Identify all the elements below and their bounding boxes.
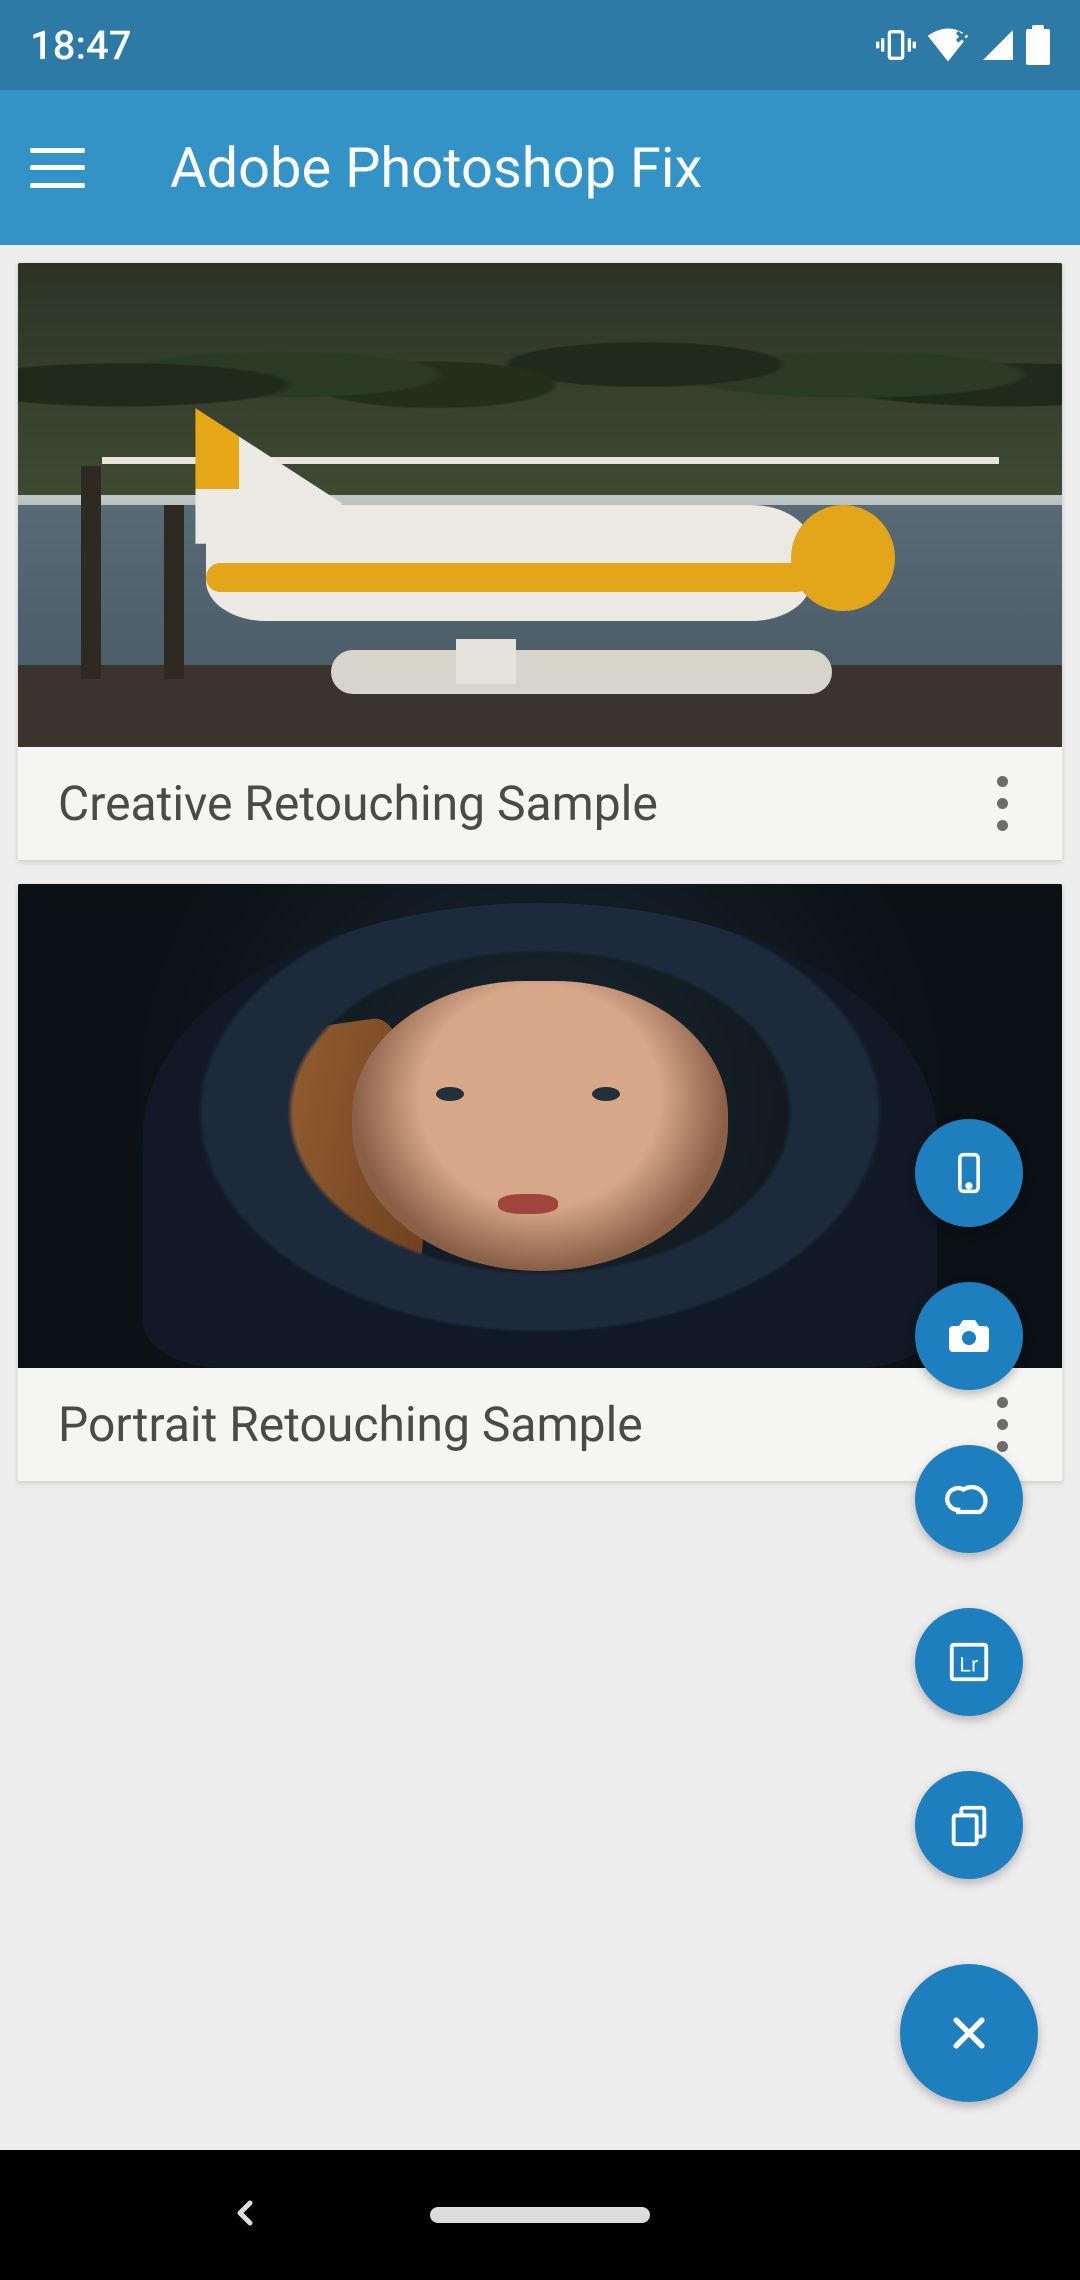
fab-phone[interactable] (915, 1119, 1023, 1227)
battery-icon (1026, 25, 1050, 65)
project-card[interactable]: Creative Retouching Sample (18, 263, 1062, 860)
project-title: Portrait Retouching Sample (58, 1396, 643, 1453)
fab-creative-cloud[interactable] (915, 1445, 1023, 1553)
fab-files[interactable] (915, 1771, 1023, 1879)
vibrate-icon (876, 25, 916, 65)
fab-speed-dial: Lr (900, 1119, 1038, 2102)
fab-close[interactable] (900, 1964, 1038, 2102)
project-title: Creative Retouching Sample (58, 775, 658, 832)
close-icon (947, 2011, 991, 2055)
project-thumbnail (18, 263, 1062, 747)
phone-icon (947, 1151, 991, 1195)
files-icon (946, 1802, 992, 1848)
signal-icon (980, 27, 1016, 63)
camera-icon (945, 1312, 993, 1360)
wifi-icon (926, 23, 970, 67)
fab-lightroom[interactable]: Lr (915, 1608, 1023, 1716)
menu-icon[interactable] (30, 148, 85, 188)
creative-cloud-icon (943, 1473, 995, 1525)
status-bar: 18:47 (0, 0, 1080, 90)
more-options-icon[interactable] (982, 776, 1022, 831)
lightroom-icon: Lr (946, 1639, 992, 1685)
nav-home-pill[interactable] (430, 2207, 650, 2223)
status-time: 18:47 (30, 22, 131, 69)
app-bar: Adobe Photoshop Fix (0, 90, 1080, 245)
project-list: Creative Retouching Sample Portrait Reto… (0, 245, 1080, 2150)
android-nav-bar (0, 2150, 1080, 2280)
svg-text:Lr: Lr (959, 1654, 978, 1677)
app-title: Adobe Photoshop Fix (170, 135, 702, 201)
fab-camera[interactable] (915, 1282, 1023, 1390)
status-icons (876, 23, 1050, 67)
nav-back-button[interactable] (225, 2193, 265, 2237)
project-card-footer: Creative Retouching Sample (18, 747, 1062, 860)
